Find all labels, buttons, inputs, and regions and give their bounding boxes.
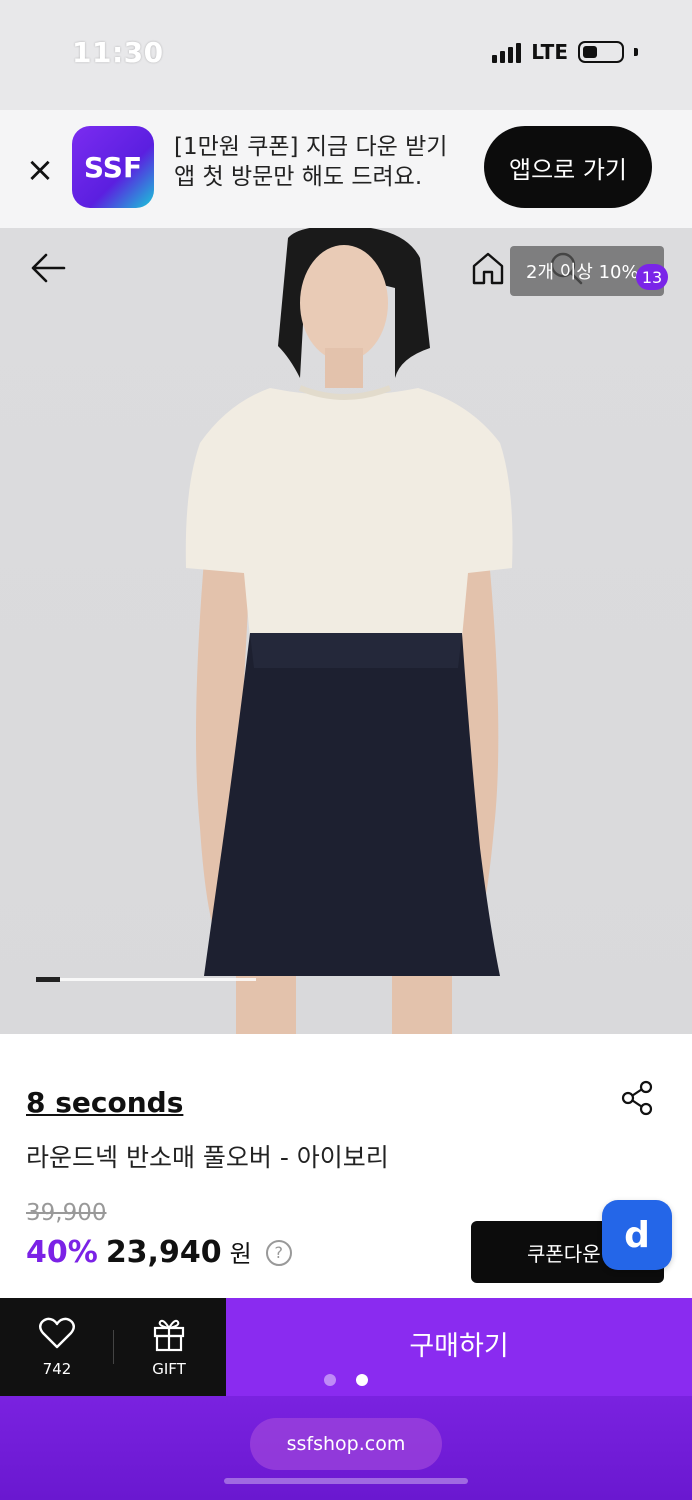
product-image-carousel[interactable]: 2개 이상 10% 13 — [0, 228, 692, 1034]
gift-icon — [153, 1319, 185, 1352]
currency-label: 원 — [229, 1240, 252, 1268]
carousel-progress-track — [36, 978, 256, 981]
price-row: 40% 23,940 원 ? — [26, 1234, 292, 1270]
page-dot-active[interactable] — [356, 1374, 368, 1386]
help-icon[interactable]: ? — [265, 1239, 292, 1266]
close-icon[interactable]: × — [22, 152, 58, 188]
back-arrow-icon[interactable] — [28, 250, 68, 286]
status-time: 11:30 — [72, 36, 164, 69]
home-indicator — [224, 1478, 468, 1484]
carousel-progress-indicator — [36, 977, 60, 982]
home-icon[interactable] — [470, 250, 506, 286]
signal-icon — [492, 41, 522, 63]
battery-icon — [578, 41, 624, 63]
ssf-app-logo: SSF — [72, 126, 154, 208]
product-photo — [185, 228, 513, 1034]
status-icons: LTE — [492, 40, 638, 64]
network-label: LTE — [531, 40, 568, 64]
product-name: 라운드넥 반소매 풀오버 - 아이보리 — [26, 1143, 389, 1172]
page-dots — [0, 1374, 692, 1386]
sale-price: 23,940 — [105, 1235, 222, 1270]
cart-count-badge[interactable]: 13 — [636, 264, 668, 290]
app-download-banner: × SSF [1만원 쿠폰] 지금 다운 받기 앱 첫 방문만 해도 드려요. … — [0, 110, 692, 228]
url-bar[interactable]: ssfshop.com — [250, 1418, 442, 1470]
heart-icon — [39, 1317, 75, 1349]
share-icon[interactable] — [620, 1080, 654, 1116]
status-bar: 11:30 LTE — [0, 0, 692, 110]
divider — [113, 1330, 114, 1364]
brand-link[interactable]: 8 seconds — [26, 1086, 183, 1119]
floating-d-badge[interactable]: d — [602, 1200, 672, 1270]
open-app-button[interactable]: 앱으로 가기 — [484, 126, 652, 208]
battery-tip — [634, 48, 638, 56]
discount-rate: 40% — [26, 1235, 98, 1270]
banner-text: [1만원 쿠폰] 지금 다운 받기 앱 첫 방문만 해도 드려요. — [174, 132, 447, 192]
banner-line-1: [1만원 쿠폰] 지금 다운 받기 — [174, 134, 448, 160]
product-info: 8 seconds 라운드넥 반소매 풀오버 - 아이보리 39,900 40%… — [0, 1034, 692, 1300]
page-dot[interactable] — [324, 1374, 336, 1386]
banner-line-2: 앱 첫 방문만 해도 드려요. — [174, 164, 423, 190]
original-price: 39,900 — [26, 1200, 107, 1226]
browser-toolbar: ssfshop.com — [0, 1374, 692, 1500]
